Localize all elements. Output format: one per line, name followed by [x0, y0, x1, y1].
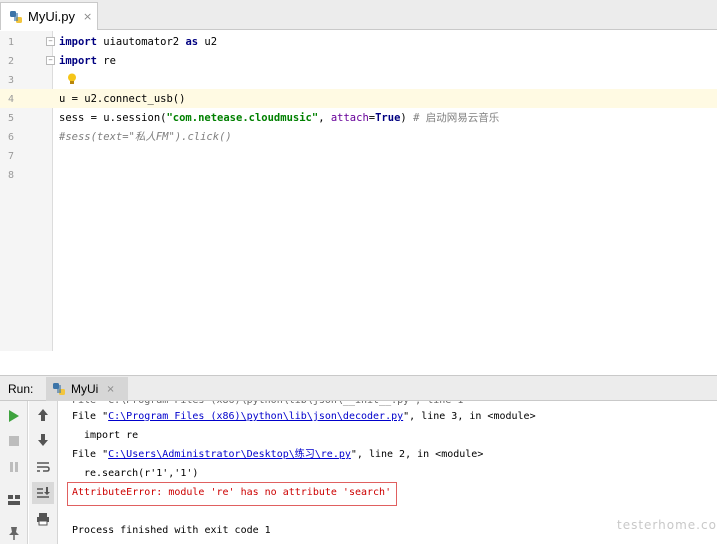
run-tab-myui[interactable]: MyUi × [46, 377, 128, 401]
pause-icon[interactable] [5, 458, 23, 476]
line-number: 6 [7, 132, 14, 143]
console-line: import re [84, 430, 139, 441]
run-toolbar-right [29, 401, 58, 544]
line-number: 4 [7, 94, 14, 105]
console-line: re.search(r'1','1') [84, 468, 199, 479]
file-link[interactable]: C:\Program Files (x86)\python\lib\json\d… [108, 411, 403, 422]
lightbulb-icon[interactable] [67, 73, 77, 85]
fold-marker-icon[interactable]: − [46, 56, 55, 65]
run-tab-label: MyUi [71, 382, 99, 396]
print-icon[interactable] [34, 510, 52, 528]
error-highlight-box [67, 482, 397, 506]
console-line: File "C:\Users\Administrator\Desktop\练习\… [72, 449, 484, 460]
layout-icon[interactable] [5, 491, 23, 509]
arrow-down-icon[interactable] [34, 431, 52, 449]
code-line-5: sess = u.session("com.netease.cloudmusic… [59, 112, 500, 124]
line-number: 8 [7, 170, 14, 181]
code-line-6: #sess(text="私人FM").click() [59, 131, 232, 143]
code-editor[interactable]: 1 2 3 4 5 6 7 8 − − import uiautomator2 … [0, 31, 717, 351]
exit-message: Process finished with exit code 1 [72, 525, 271, 536]
console-line: File "C:\Program Files (x86)\python\lib\… [72, 411, 536, 422]
line-number: 7 [7, 151, 14, 162]
pin-icon[interactable] [5, 524, 23, 542]
console-line: File "C:\Program Files (x86)\python\lib\… [72, 401, 463, 409]
line-number: 1 [7, 37, 14, 48]
line-number: 5 [7, 113, 14, 124]
close-icon[interactable]: × [83, 10, 92, 23]
code-line-2: import re [59, 55, 116, 67]
editor-tab-bar: MyUi.py × [0, 0, 717, 30]
scroll-to-end-icon[interactable] [32, 482, 54, 504]
code-line-1: import uiautomator2 as u2 [59, 36, 218, 48]
arrow-up-icon[interactable] [34, 406, 52, 424]
editor-tab-label: MyUi.py [28, 9, 75, 24]
fold-marker-icon[interactable]: − [46, 37, 55, 46]
run-label: Run: [8, 382, 34, 396]
file-link[interactable]: C:\Users\Administrator\Desktop\练习\re.py [108, 449, 351, 460]
python-run-icon [53, 383, 65, 395]
editor-tab-myui[interactable]: MyUi.py × [0, 2, 98, 30]
python-file-icon [10, 10, 22, 23]
run-toolbar-left [0, 401, 28, 544]
line-number: 2 [7, 56, 14, 67]
watermark: testerhome.com [617, 518, 717, 532]
rerun-icon[interactable] [5, 407, 23, 425]
stop-icon[interactable] [5, 432, 23, 450]
soft-wrap-icon[interactable] [34, 458, 52, 476]
close-icon[interactable]: × [106, 384, 114, 395]
code-line-4: u = u2.connect_usb() [59, 93, 186, 105]
line-number: 3 [7, 75, 14, 86]
run-panel-header: Run: MyUi × [0, 375, 717, 401]
